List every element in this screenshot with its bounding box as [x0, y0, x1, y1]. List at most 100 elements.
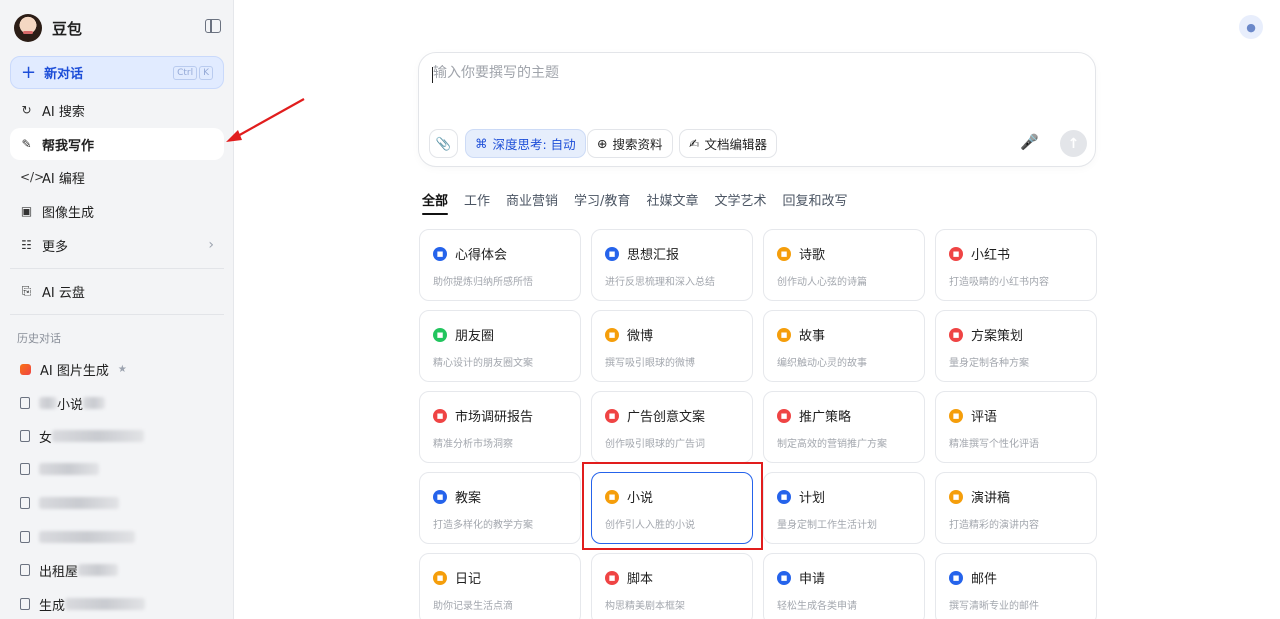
template-card[interactable]: ■ 推广策略 制定高效的营销推广方案	[763, 391, 925, 463]
new-chat-button[interactable]: + 新对话 Ctrl K	[10, 56, 224, 89]
card-header: ■ 小红书	[949, 244, 1083, 263]
card-title: 朋友圈	[455, 329, 495, 344]
arrow-line	[235, 98, 305, 138]
history-item[interactable]: 生成	[10, 591, 224, 617]
template-card[interactable]: ■ 申请 轻松生成各类申请	[763, 553, 925, 619]
tab-all[interactable]: 全部	[422, 190, 449, 215]
sidebar-item-image-gen[interactable]: ▣ 图像生成	[10, 195, 224, 227]
tab-social-media[interactable]: 社媒文章	[646, 190, 698, 215]
sidebar-item-more[interactable]: ☷ 更多 ›	[10, 229, 224, 261]
template-card[interactable]: ■ 市场调研报告 精准分析市场洞察	[419, 391, 581, 463]
template-card[interactable]: ■ 朋友圈 精心设计的朋友圈文案	[419, 310, 581, 382]
avatar	[14, 14, 42, 42]
template-card[interactable]: ■ 心得体会 助你提炼归纳所感所悟	[419, 229, 581, 301]
history-item[interactable]: 小说	[10, 390, 224, 416]
redacted-text	[39, 397, 57, 409]
history-section-label: 历史对话	[17, 332, 61, 345]
microphone-icon[interactable]: 🎤	[1020, 133, 1039, 151]
card-description: 量身定制工作生活计划	[777, 520, 877, 531]
user-avatar-button[interactable]: ●	[1239, 15, 1263, 39]
tab-literature[interactable]: 文学艺术	[714, 190, 766, 215]
template-card[interactable]: ■ 日记 助你记录生活点滴	[419, 553, 581, 619]
card-title: 脚本	[627, 572, 654, 587]
document-icon	[20, 497, 30, 509]
card-title: 小红书	[971, 248, 1011, 263]
card-header: ■ 思想汇报	[605, 244, 739, 263]
search-sources-button[interactable]: ⊕ 搜索资料	[587, 129, 673, 158]
doc-editor-label: 文档编辑器	[704, 137, 767, 152]
sidebar: 豆包 + 新对话 Ctrl K ↻ AI 搜索 ✎ 帮我写作 </> AI 编程…	[0, 0, 234, 619]
sidebar-item-coding[interactable]: </> AI 编程	[10, 161, 224, 193]
history-item-label: AI 图片生成	[40, 363, 109, 379]
sidebar-toggle-icon[interactable]	[205, 19, 221, 33]
brand[interactable]: 豆包	[14, 12, 82, 44]
user-icon: ●	[1246, 20, 1256, 34]
template-icon: ■	[605, 246, 619, 261]
deep-think-button[interactable]: ⌘ 深度思考: 自动	[465, 129, 586, 158]
tab-rewrite[interactable]: 回复和改写	[782, 190, 847, 215]
template-card[interactable]: ■ 思想汇报进行反思梳理和深入总结	[591, 229, 753, 301]
card-header: ■ 小说	[605, 487, 739, 506]
card-title: 心得体会	[455, 248, 508, 263]
template-card[interactable]: ■ 微博 撰写吸引眼球的微博	[591, 310, 753, 382]
card-title: 诗歌	[799, 248, 826, 263]
divider	[10, 314, 224, 315]
template-card[interactable]: ■ 小红书 打造吸睛的小红书内容	[935, 229, 1097, 301]
history-item[interactable]: 出租屋	[10, 557, 224, 583]
brand-name: 豆包	[52, 19, 83, 38]
template-card[interactable]: ■ 邮件 撰写清晰专业的邮件	[935, 553, 1097, 619]
document-icon	[20, 598, 30, 610]
pen-icon: ✎	[21, 137, 32, 151]
sidebar-item-ai-search[interactable]: ↻ AI 搜索	[10, 94, 224, 126]
shortcut-key-k: K	[199, 65, 213, 80]
send-button[interactable]: ↑	[1060, 130, 1087, 157]
card-title: 市场调研报告	[455, 410, 534, 425]
redacted-text	[83, 397, 106, 409]
card-description: 进行反思梳理和深入总结	[605, 277, 715, 288]
history-item[interactable]	[10, 524, 224, 550]
card-title: 微博	[627, 329, 654, 344]
topic-input[interactable]	[433, 65, 1033, 81]
card-header: ■ 计划	[777, 487, 911, 506]
card-title: 计划	[799, 491, 826, 506]
history-item[interactable]: AI 图片生成 ★	[10, 356, 224, 382]
card-header: ■ 市场调研报告	[433, 406, 567, 425]
template-card[interactable]: ■ 广告创意文案 创作吸引眼球的广告词	[591, 391, 753, 463]
card-description: 助你记录生活点滴	[433, 601, 513, 612]
template-card[interactable]: ■ 方案策划 量身定制各种方案	[935, 310, 1097, 382]
search-icon: ↻	[21, 103, 32, 117]
sidebar-item-writing[interactable]: ✎ 帮我写作	[10, 128, 224, 160]
doc-editor-button[interactable]: ✍ 文档编辑器	[679, 129, 777, 158]
tab-work[interactable]: 工作	[464, 190, 490, 215]
template-icon: ■	[777, 408, 791, 423]
edit-doc-icon: ✍	[689, 136, 700, 151]
template-card[interactable]: ■ 计划量身定制工作生活计划	[763, 472, 925, 544]
redacted-text	[65, 598, 146, 610]
template-card[interactable]: ■ 诗歌 创作动人心弦的诗篇	[763, 229, 925, 301]
card-title: 教案	[455, 491, 482, 506]
tab-education[interactable]: 学习/教育	[574, 190, 630, 215]
history-item[interactable]	[10, 490, 224, 516]
writing-composer: 📎 ⌘ 深度思考: 自动 ⊕ 搜索资料 ✍ 文档编辑器 🎤 ↑	[418, 52, 1096, 167]
template-icon: ■	[949, 327, 963, 342]
deep-think-icon: ⌘	[475, 136, 488, 151]
history-item[interactable]: 女	[10, 423, 224, 449]
chevron-right-icon: ›	[208, 237, 214, 253]
template-card[interactable]: ■ 评语 精准撰写个性化评语	[935, 391, 1097, 463]
template-icon: ■	[433, 408, 447, 423]
card-title: 故事	[799, 329, 826, 344]
attach-button[interactable]: 📎	[429, 129, 458, 158]
template-card[interactable]: ■ 脚本 构思精美剧本框架	[591, 553, 753, 619]
card-header: ■ 推广策略	[777, 406, 911, 425]
template-card[interactable]: ■ 教案 打造多样化的教学方案	[419, 472, 581, 544]
card-header: ■ 教案	[433, 487, 567, 506]
template-card[interactable]: ■ 演讲稿 打造精彩的演讲内容	[935, 472, 1097, 544]
template-card[interactable]: ■ 小说 创作引人入胜的小说	[591, 472, 753, 544]
card-description: 创作吸引眼球的广告词	[605, 439, 705, 450]
sidebar-item-cloud-drive[interactable]: ⎘ AI 云盘	[10, 275, 224, 307]
category-tabs: 全部 工作 商业营销 学习/教育 社媒文章 文学艺术 回复和改写	[422, 190, 847, 215]
search-sources-label: 搜索资料	[612, 137, 663, 152]
tab-marketing[interactable]: 商业营销	[506, 190, 558, 215]
history-item[interactable]	[10, 456, 224, 482]
template-card[interactable]: ■ 故事 编织触动心灵的故事	[763, 310, 925, 382]
